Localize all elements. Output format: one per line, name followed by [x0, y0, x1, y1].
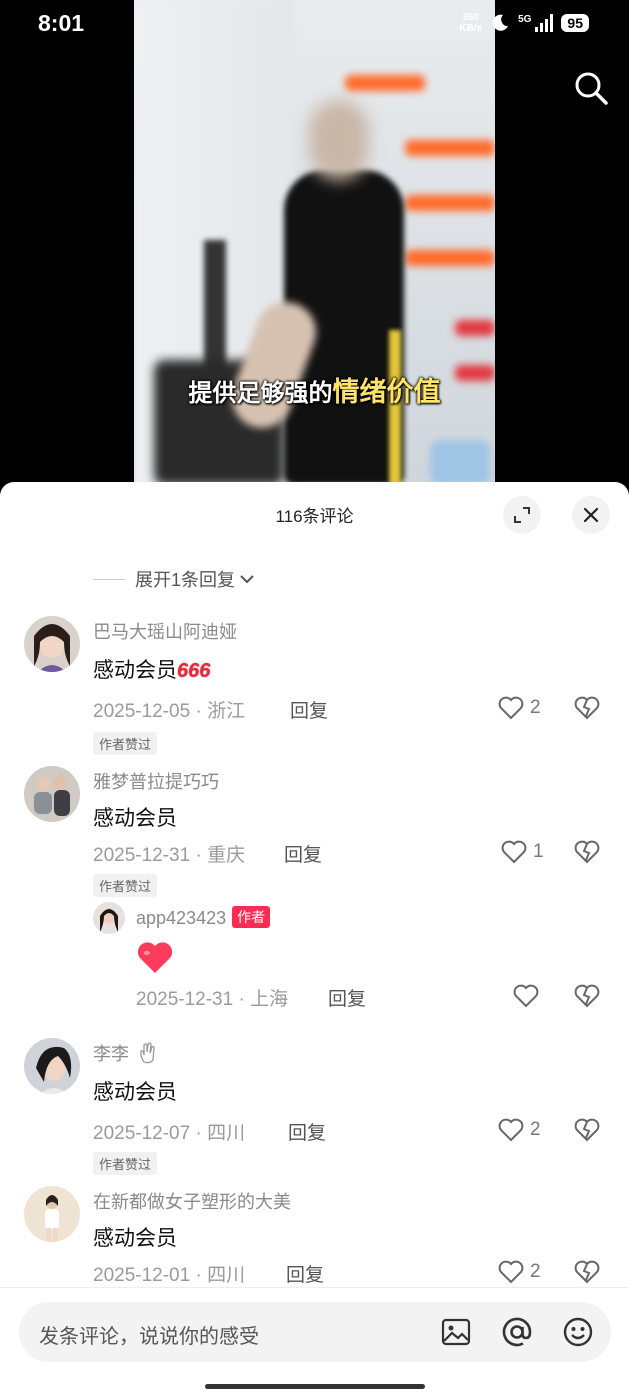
- search-icon[interactable]: [573, 70, 609, 106]
- comments-header: 116条评论: [0, 482, 629, 542]
- net-speed: 350 KB/s: [459, 12, 483, 34]
- at-icon[interactable]: [501, 1316, 533, 1348]
- comment-text: 感动会员: [93, 1227, 177, 1250]
- reply-avatar[interactable]: [93, 902, 125, 934]
- expand-button[interactable]: [503, 496, 541, 534]
- like-button[interactable]: 1: [501, 840, 544, 864]
- video-object: [430, 440, 490, 485]
- comment-item: 雅梦普拉提巧巧 感动会员 2025-12-31 · 重庆 回复 1 作者赞过 a…: [0, 766, 629, 1016]
- video-person-head: [309, 100, 369, 180]
- heart-icon: [501, 840, 527, 864]
- comment-text: 感动会员: [93, 807, 177, 830]
- moon-icon: [492, 14, 509, 31]
- avatar[interactable]: [24, 1038, 80, 1094]
- dislike-icon[interactable]: [574, 696, 600, 720]
- author-liked-badge: 作者赞过: [93, 732, 158, 755]
- comment-username[interactable]: 在新都做女子塑形的大美: [93, 1188, 291, 1214]
- reply-username[interactable]: app423423 作者: [136, 906, 271, 929]
- comment-username[interactable]: 李李: [93, 1040, 158, 1066]
- close-icon: [583, 507, 599, 523]
- like-count: 2: [530, 1119, 541, 1140]
- divider: [93, 578, 125, 580]
- hand-emoji-icon: [140, 1042, 155, 1064]
- video-shelf: [405, 195, 495, 211]
- author-liked-badge: 作者赞过: [93, 874, 158, 897]
- status-bar: 8:01 350 KB/s 5G 95: [0, 0, 629, 50]
- heart-icon: [498, 1118, 524, 1142]
- like-button[interactable]: 2: [498, 1260, 541, 1284]
- comment-input-bar: 发条评论，说说你的感受: [0, 1287, 629, 1399]
- heart-icon: [498, 696, 524, 720]
- comment-username[interactable]: 雅梦普拉提巧巧: [93, 768, 219, 794]
- author-liked-badge: 作者赞过: [93, 1152, 158, 1175]
- status-indicators: 350 KB/s 5G 95: [459, 12, 589, 34]
- author-tag: 作者: [232, 906, 271, 928]
- emoji-666: 666: [177, 660, 211, 682]
- comment-text: 感动会员: [93, 1081, 177, 1104]
- video-equipment: [204, 240, 226, 380]
- comment-meta: 2025-12-05 · 浙江: [93, 701, 246, 722]
- comment-item: 在新都做女子塑形的大美 感动会员 2025-12-01 · 四川 回复 2: [0, 1186, 629, 1296]
- heart-icon[interactable]: [513, 984, 539, 1008]
- comment-meta: 2025-12-31 · 重庆: [93, 845, 246, 866]
- comment-meta: 2025-12-01 · 四川: [93, 1265, 246, 1286]
- like-button[interactable]: 2: [498, 1118, 541, 1142]
- reply-button[interactable]: 回复: [286, 1260, 324, 1287]
- video-shelf: [455, 320, 495, 336]
- avatar[interactable]: [24, 1186, 80, 1242]
- video-shelf: [345, 75, 425, 91]
- signal-icon: [535, 14, 554, 32]
- comment-meta: 2025-12-07 · 四川: [93, 1123, 246, 1144]
- status-time: 8:01: [38, 10, 85, 36]
- dislike-icon[interactable]: [574, 984, 600, 1008]
- video-subtitle: 提供足够强的情绪价值: [188, 377, 441, 407]
- video-player[interactable]: 提供足够强的情绪价值: [134, 0, 495, 485]
- reply-button[interactable]: 回复: [288, 1118, 326, 1145]
- close-button[interactable]: [572, 496, 610, 534]
- chevron-down-icon: [240, 575, 254, 584]
- dislike-icon[interactable]: [574, 1260, 600, 1284]
- expand-replies-label: 展开1条回复: [135, 570, 236, 590]
- image-icon[interactable]: [440, 1316, 472, 1348]
- like-button[interactable]: 2: [498, 696, 541, 720]
- video-shelf: [405, 250, 495, 266]
- comment-item: 李李 感动会员 2025-12-07 · 四川 回复 2 作者赞过: [0, 1038, 629, 1178]
- expand-replies-button[interactable]: 展开1条回复: [93, 566, 255, 592]
- battery-indicator: 95: [561, 14, 589, 32]
- expand-icon: [514, 507, 530, 523]
- like-count: 2: [530, 1261, 541, 1282]
- heart-icon: [498, 1260, 524, 1284]
- comment-username[interactable]: 巴马大瑶山阿迪娅: [93, 618, 237, 644]
- avatar[interactable]: [24, 616, 80, 672]
- reply-button[interactable]: 回复: [284, 840, 322, 867]
- emoji-icon[interactable]: [562, 1316, 594, 1348]
- comment-input-placeholder: 发条评论，说说你的感受: [39, 1326, 259, 1348]
- reply-button[interactable]: 回复: [290, 696, 328, 723]
- red-heart-emoji-icon: [137, 942, 173, 973]
- comment-input[interactable]: 发条评论，说说你的感受: [19, 1302, 611, 1362]
- dislike-icon[interactable]: [574, 840, 600, 864]
- reply-button[interactable]: 回复: [328, 984, 366, 1011]
- video-shelf: [405, 140, 495, 156]
- network-type: 5G: [518, 13, 532, 25]
- reply-meta: 2025-12-31 · 上海: [136, 989, 289, 1010]
- comment-text: 感动会员666: [93, 659, 211, 682]
- comment-item: 巴马大瑶山阿迪娅 感动会员666 2025-12-05 · 浙江 回复 2 作者…: [0, 616, 629, 756]
- like-count: 2: [530, 697, 541, 718]
- avatar[interactable]: [24, 766, 80, 822]
- home-indicator[interactable]: [205, 1384, 425, 1389]
- like-count: 1: [533, 841, 544, 862]
- comments-panel: 116条评论 展开1条回复 巴马大瑶山阿迪娅 感动会员666 2025-12-0…: [0, 482, 629, 1399]
- dislike-icon[interactable]: [574, 1118, 600, 1142]
